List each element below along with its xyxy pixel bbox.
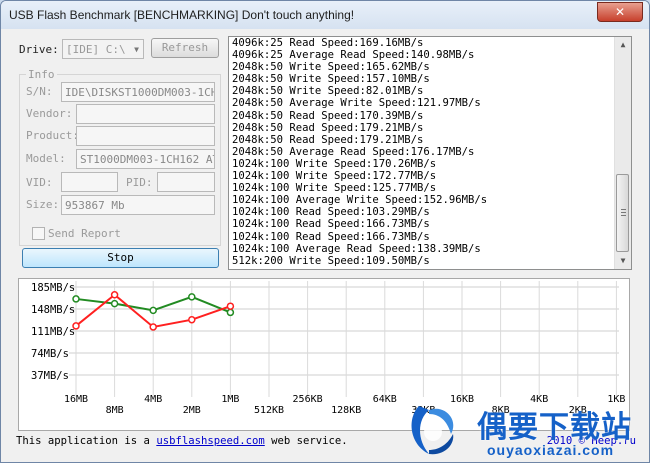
- client-area: Drive: [IDE] C:\ ▼ Refresh Info S/N: IDE…: [6, 31, 644, 456]
- x-tick-label: 256KB: [293, 394, 323, 405]
- log-line: 1024k:100 Average Write Speed:152.96MB/s: [232, 194, 488, 207]
- pid-field: [157, 172, 215, 192]
- series-point: [72, 322, 80, 330]
- chevron-down-icon: ▼: [134, 45, 139, 54]
- log-line: 2048k:50 Average Read Speed:176.17MB/s: [232, 145, 475, 158]
- y-tick-label: 111MB/s: [31, 326, 75, 338]
- vendor-field: [76, 104, 215, 124]
- y-tick-label: 74MB/s: [31, 348, 69, 360]
- series-point: [226, 308, 235, 317]
- app-window: USB Flash Benchmark [BENCHMARKING] Don't…: [0, 0, 650, 463]
- footer-prefix: This application is a: [16, 435, 157, 447]
- log-line: 2048k:50 Read Speed:170.39MB/s: [232, 109, 424, 122]
- x-tick-label: 64KB: [373, 394, 397, 405]
- log-line: 1024k:100 Read Speed:166.73MB/s: [232, 230, 430, 243]
- series-point: [72, 295, 80, 303]
- info-group-label: Info: [26, 68, 57, 81]
- sn-label: S/N:: [26, 85, 53, 98]
- log-scrollbar[interactable]: ▲ ▼: [614, 37, 631, 269]
- log-line: 1024k:100 Write Speed:170.26MB/s: [232, 157, 437, 170]
- send-report-checkbox[interactable]: [32, 227, 45, 240]
- log-line: 2048k:50 Read Speed:179.21MB/s: [232, 133, 424, 146]
- product-field: [76, 126, 215, 146]
- log-lines: 4096k:25 Read Speed:169.16MB/s 4096k:25 A…: [229, 37, 631, 267]
- y-tick-label: 148MB/s: [31, 304, 75, 316]
- series-point: [110, 299, 119, 308]
- size-label: Size:: [26, 198, 60, 211]
- log-line: 1024k:100 Write Speed:172.77MB/s: [232, 170, 437, 183]
- log-line: 2048k:50 Average Write Speed:121.97MB/s: [232, 97, 481, 110]
- window-title: USB Flash Benchmark [BENCHMARKING] Don't…: [9, 8, 355, 22]
- scroll-down-icon[interactable]: ▼: [615, 253, 631, 269]
- title-bar: USB Flash Benchmark [BENCHMARKING] Don't…: [1, 1, 649, 29]
- x-tick-label: 8MB: [106, 405, 124, 416]
- vid-label: VID:: [26, 176, 53, 189]
- x-tick-label: 4MB: [144, 394, 162, 405]
- site-watermark: 偶要下载站 ouyaoxiazai.com: [397, 398, 649, 462]
- log-line: 2048k:50 Write Speed:157.10MB/s: [232, 73, 430, 86]
- watermark-url: ouyaoxiazai.com: [487, 442, 615, 458]
- vid-field: [61, 172, 118, 192]
- log-line: 1024k:100 Average Read Speed:138.39MB/s: [232, 242, 481, 255]
- x-tick-label: 128KB: [331, 405, 361, 416]
- watermark-logo-icon: [411, 406, 454, 455]
- x-tick-label: 1MB: [221, 394, 239, 405]
- scroll-up-icon[interactable]: ▲: [615, 37, 631, 53]
- x-tick-label: 16MB: [64, 394, 88, 405]
- log-line: 4096k:25 Average Read Speed:140.98MB/s: [232, 49, 475, 62]
- footer-suffix: web service.: [264, 435, 348, 447]
- model-field: ST1000DM003-1CH162 ATA: [76, 149, 215, 169]
- log-line: 2048k:50 Write Speed:82.01MB/s: [232, 85, 424, 98]
- x-tick-label: 512KB: [254, 405, 284, 416]
- log-line: 512k:200 Write Speed:109.50MB/s: [232, 254, 430, 267]
- series-point: [149, 323, 157, 331]
- log-line: 2048k:50 Read Speed:179.21MB/s: [232, 121, 424, 134]
- log-textarea[interactable]: 4096k:25 Read Speed:169.16MB/s 4096k:25 A…: [228, 36, 632, 270]
- sn-field: IDE\DISKST1000DM003-1CH16: [61, 82, 215, 102]
- series-point: [226, 302, 235, 310]
- footer-text: This application is a usbflashspeed.com …: [16, 435, 348, 447]
- product-label: Product:: [26, 129, 79, 142]
- send-report-label: Send Report: [48, 227, 121, 240]
- log-line: 1024k:100 Write Speed:125.77MB/s: [232, 182, 437, 195]
- watermark-text: 偶要下载站: [477, 410, 632, 445]
- drive-select-value: [IDE] C:\: [66, 43, 126, 56]
- series-point: [188, 293, 196, 301]
- refresh-button[interactable]: Refresh: [151, 38, 219, 58]
- series-point: [149, 306, 157, 315]
- series-point: [110, 291, 119, 299]
- size-field: 953867 Mb: [61, 195, 215, 215]
- log-line: 1024k:100 Read Speed:103.29MB/s: [232, 206, 430, 219]
- drive-select[interactable]: [IDE] C:\ ▼: [62, 39, 144, 59]
- series-point: [188, 315, 196, 324]
- stop-button[interactable]: Stop: [22, 248, 219, 268]
- log-line: 4096k:25 Read Speed:169.16MB/s: [232, 37, 424, 49]
- model-label: Model:: [26, 152, 66, 165]
- usbflashspeed-link[interactable]: usbflashspeed.com: [156, 435, 264, 447]
- close-icon: ✕: [614, 5, 626, 19]
- pid-label: PID:: [126, 176, 153, 189]
- log-line: 1024k:100 Read Speed:166.73MB/s: [232, 218, 430, 231]
- scrollbar-thumb[interactable]: [616, 174, 629, 252]
- y-tick-label: 185MB/s: [31, 282, 75, 294]
- log-line: 2048k:50 Write Speed:165.62MB/s: [232, 61, 430, 74]
- x-tick-label: 2MB: [183, 405, 201, 416]
- y-tick-label: 37MB/s: [31, 370, 69, 382]
- drive-label: Drive:: [19, 43, 59, 56]
- vendor-label: Vendor:: [26, 107, 73, 120]
- close-button[interactable]: ✕: [597, 2, 643, 22]
